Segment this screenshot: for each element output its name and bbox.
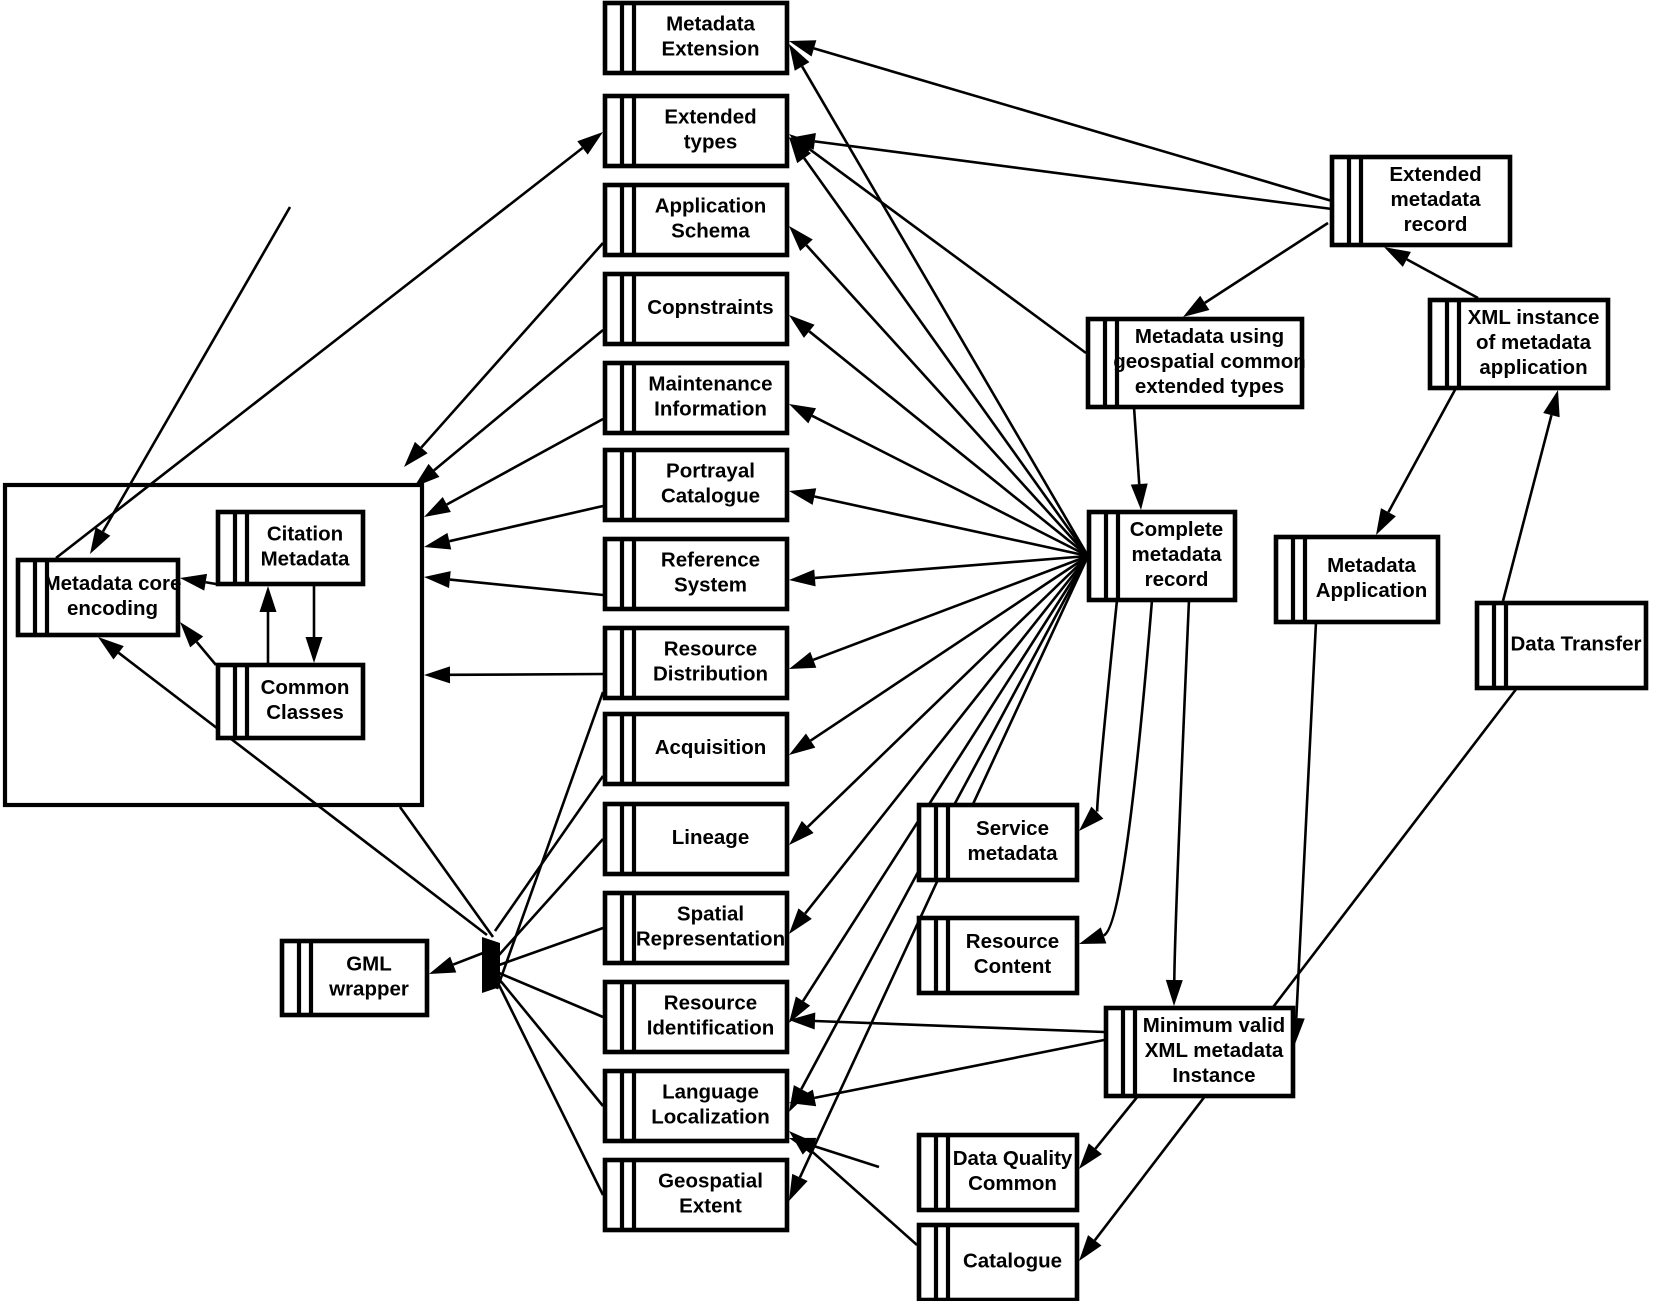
package-maintenance-information[interactable]: Maintenance Information (602, 360, 790, 436)
package-metadata-extension[interactable]: Metadata Extension (602, 0, 790, 76)
edge-fan-hub-to-container (398, 806, 495, 938)
package-citation-metadata[interactable]: Citation Metadata (215, 509, 366, 587)
edge-copnstraints-to-container (414, 329, 604, 487)
edge-complete-metadata-record-to-application-schema (789, 226, 1089, 557)
edge-geospatial-extent-to-fan-hub (497, 984, 605, 1196)
edge-minimum-valid-to-data-quality-common (1079, 1095, 1140, 1169)
package-service-metadata[interactable]: Service metadata (916, 802, 1080, 883)
edge-complete-metadata-record-to-portrayal-catalogue (789, 488, 1089, 558)
package-resource-distribution[interactable]: Resource Distribution (602, 625, 790, 701)
package-label: Acquisition (655, 736, 767, 759)
edge-extended-metadata-record-to-metadata-using-geospatial (1183, 221, 1329, 317)
edge-maintenance-information-to-container (424, 417, 604, 517)
package-geospatial-extent[interactable]: Geospatial Extent (602, 1157, 790, 1233)
package-dependency-diagram: Metadata Extension Extended types Applicatio… (2, 0, 1649, 1301)
edge-extended-metadata-record-to-metadata-extension (789, 40, 1333, 203)
package-label: XML instance of metadata application (1468, 306, 1600, 379)
edge-citation-metadata-to-metadata-core-encoding (180, 573, 217, 591)
package-lineage[interactable]: Lineage (602, 801, 790, 877)
edge-common-classes-to-citation-metadata (259, 586, 277, 663)
diagram-canvas: Metadata Extension Extended types Applicatio… (0, 0, 1654, 1301)
package-extended-types[interactable]: Extended types (602, 93, 790, 169)
package-label: Catalogue (963, 1250, 1062, 1273)
package-catalogue[interactable]: Catalogue (916, 1222, 1080, 1301)
package-reference-system[interactable]: Reference System (602, 536, 790, 612)
edge-minimum-valid-to-resource-identification (789, 1012, 1105, 1034)
package-metadata-application[interactable]: Metadata Application (1273, 534, 1441, 625)
package-label: Lineage (672, 826, 749, 849)
package-metadata-using-geospatial[interactable]: Metadata using geospatial common extended … (1085, 316, 1306, 410)
package-label: Copnstraints (647, 296, 773, 319)
edge-complete-metadata-record-to-reference-system (789, 554, 1089, 587)
edge-complete-metadata-record-to-minimum-valid-xml-metadata-instance (1165, 599, 1191, 1006)
package-portrayal-catalogue[interactable]: Portrayal Catalogue (602, 447, 790, 523)
edge-reference-system-to-container (424, 571, 604, 597)
package-common-classes[interactable]: Common Classes (215, 662, 366, 741)
package-gml-wrapper[interactable]: GML wrapper (279, 938, 430, 1018)
edge-resource-distribution-to-container (424, 666, 604, 684)
package-data-quality-common[interactable]: Data Quality Common (916, 1132, 1080, 1213)
package-minimum-valid-xml-metadata-instance[interactable]: Minimum valid XML metadata Instance (1103, 1005, 1296, 1099)
edge-complete-metadata-record-to-lineage (789, 555, 1089, 845)
package-resource-content[interactable]: Resource Content (916, 915, 1080, 996)
edge-resource-distribution-to-fan-hub (495, 691, 605, 990)
package-language-localization[interactable]: Language Localization (602, 1068, 790, 1144)
package-data-transfer[interactable]: Data Transfer (1474, 600, 1649, 691)
package-spatial-representation[interactable]: Spatial Representation (602, 890, 790, 966)
edge-metadata-core-encoding-to-extended-types (55, 132, 603, 560)
package-metadata-core-encoding[interactable]: Metadata core encoding (15, 557, 181, 638)
edge-portrayal-catalogue-to-container (424, 504, 604, 550)
edge-xml-instance-to-metadata-application (1376, 387, 1458, 535)
package-complete-metadata-record[interactable]: Complete metadata record (1086, 509, 1238, 603)
edge-complete-metadata-record-to-service-metadata (1079, 599, 1119, 831)
package-label: Data Transfer (1510, 633, 1641, 656)
edge-complete-metadata-record-to-copnstraints (789, 315, 1089, 558)
package-application-schema[interactable]: Application Schema (602, 182, 790, 258)
edge-extended-metadata-record-to-extended-types (789, 132, 1333, 211)
edge-metadata-using-geospatial-to-extended-types (789, 134, 1087, 355)
edge-xml-instance-to-extended-metadata-record (1384, 247, 1479, 300)
edge-resource-identification-to-fan-hub (498, 971, 604, 1019)
edge-language-localization-to-fan-hub (497, 978, 605, 1107)
edge-data-transfer-to-xml-instance (1501, 390, 1560, 602)
package-label: Metadata using geospatial common extended … (1113, 325, 1306, 398)
edge-complete-metadata-record-to-resource-content (1079, 599, 1154, 944)
edge-common-classes-to-metadata-core-encoding (180, 622, 217, 666)
edge-acquisition-to-fan-hub (493, 775, 605, 932)
edge-spatial-representation-to-fan-hub (498, 926, 604, 967)
package-copnstraints[interactable]: Copnstraints (602, 271, 790, 347)
package-xml-instance-of-metadata-application[interactable]: XML instance of metadata application (1427, 297, 1611, 391)
edge-inbound-to-metadata-core-encoding-top (90, 206, 292, 554)
edge-metadata-using-geospatial-to-complete-metadata-record (1130, 406, 1148, 510)
package-acquisition[interactable]: Acquisition (602, 711, 790, 787)
edge-complete-metadata-record-to-extended-types (789, 137, 1090, 557)
package-extended-metadata-record[interactable]: Extended metadata record (1329, 154, 1513, 248)
package-resource-identification[interactable]: Resource Identification (602, 979, 790, 1055)
edge-citation-metadata-to-common-classes (305, 584, 323, 663)
edge-fan-hub-to-gml-wrapper (429, 951, 484, 974)
